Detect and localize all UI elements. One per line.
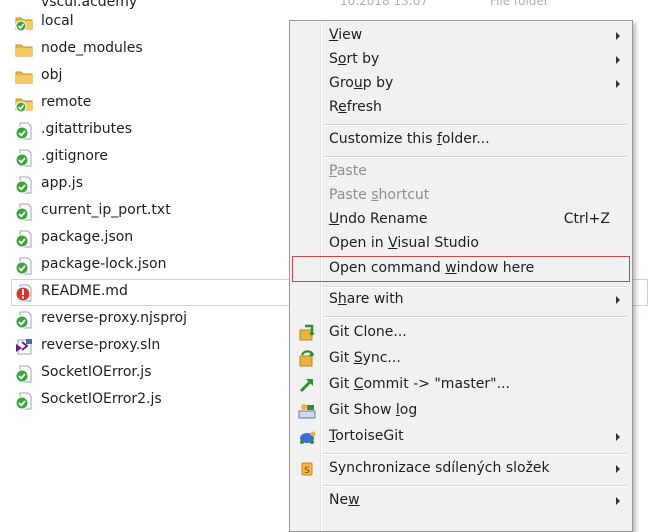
menu-item-refresh[interactable]: Refresh (292, 96, 630, 120)
menu-item-label: Customize this folder... (329, 131, 490, 147)
file-name: node_modules (41, 40, 143, 56)
file-green-check-icon (15, 176, 33, 194)
menu-separator (323, 156, 628, 158)
menu-item-label: Paste (329, 163, 367, 179)
file-name: app.js (41, 175, 83, 191)
menu-item-share-with[interactable]: Share with (292, 288, 630, 312)
file-date: 10.2018 13:07 (340, 0, 429, 8)
folder-icon (15, 68, 33, 86)
menu-item-group-by[interactable]: Group by (292, 72, 630, 96)
menu-item-undo-rename[interactable]: Undo Rename Ctrl+Z (292, 208, 630, 232)
svg-text:S: S (304, 466, 310, 476)
submenu-arrow-icon (616, 32, 620, 40)
visual-studio-solution-icon (15, 338, 33, 356)
menu-item-label: Git Show log (329, 402, 418, 418)
menu-item-open-visual-studio[interactable]: Open in Visual Studio (292, 232, 630, 256)
submenu-arrow-icon (616, 433, 620, 441)
menu-separator (323, 453, 628, 455)
file-name: .gitattributes (41, 121, 133, 137)
menu-item-tortoisegit[interactable]: TortoiseGit (292, 425, 630, 449)
menu-item-sync-shared-folders[interactable]: S Synchronizace sdílených složek (292, 457, 630, 481)
menu-item-paste-shortcut: Paste shortcut (292, 184, 630, 208)
menu-item-shortcut: Ctrl+Z (563, 211, 610, 227)
menu-item-new[interactable]: New (292, 489, 630, 513)
submenu-arrow-icon (616, 80, 620, 88)
menu-item-label: New (329, 492, 360, 508)
file-name: remote (41, 94, 92, 110)
file-name: current_ip_port.txt (41, 202, 171, 218)
menu-item-label: Sort by (329, 51, 380, 67)
menu-separator (323, 485, 628, 487)
context-menu: View Sort by Group by Refresh Customize … (289, 20, 633, 532)
file-green-check-icon (15, 311, 33, 329)
submenu-arrow-icon (616, 465, 620, 473)
file-name: package.json (41, 229, 134, 245)
menu-item-label: TortoiseGit (329, 428, 404, 444)
file-name: SocketIOError2.js (41, 391, 162, 407)
file-green-check-icon (15, 257, 33, 275)
file-green-check-icon (15, 392, 33, 410)
file-name: .gitignore (41, 148, 108, 164)
file-type: File folder (490, 0, 549, 8)
file-name: local (41, 13, 74, 29)
submenu-arrow-icon (616, 56, 620, 64)
git-sync-icon (298, 350, 316, 368)
menu-item-label: Git Clone... (329, 324, 407, 340)
file-name: reverse-proxy.sln (41, 337, 161, 353)
menu-item-git-clone[interactable]: Git Clone... (292, 321, 630, 345)
menu-item-open-command-window[interactable]: Open command window here (292, 256, 630, 282)
file-red-modified-icon (15, 284, 33, 302)
folder-green-check-icon (15, 95, 33, 113)
file-green-check-icon (15, 365, 33, 383)
file-green-check-icon (15, 149, 33, 167)
menu-item-label: Group by (329, 75, 394, 91)
menu-item-label: Undo Rename (329, 211, 428, 227)
menu-item-git-show-log[interactable]: Git Show log (292, 399, 630, 423)
file-green-check-icon (15, 230, 33, 248)
git-show-log-icon (298, 402, 316, 420)
menu-item-label: Git Sync... (329, 350, 401, 366)
menu-item-paste: Paste (292, 160, 630, 184)
sync-shared-folders-icon: S (298, 460, 316, 478)
submenu-arrow-icon (616, 497, 620, 505)
folder-icon (15, 41, 33, 59)
menu-item-customize-folder[interactable]: Customize this folder... (292, 128, 630, 152)
menu-separator (323, 124, 628, 126)
file-name: README.md (41, 283, 128, 299)
menu-item-git-sync[interactable]: Git Sync... (292, 347, 630, 371)
file-name: obj (41, 67, 63, 83)
menu-item-label: Git Commit -> "master"... (329, 376, 510, 392)
file-green-check-icon (15, 203, 33, 221)
file-name: reverse-proxy.njsproj (41, 310, 188, 326)
menu-item-label: Open in Visual Studio (329, 235, 479, 251)
menu-item-label: Refresh (329, 99, 382, 115)
menu-separator (323, 316, 628, 318)
menu-item-label: Paste shortcut (329, 187, 430, 203)
git-clone-icon (298, 324, 316, 342)
menu-item-label: Share with (329, 291, 404, 307)
folder-green-check-icon (15, 14, 33, 32)
menu-item-label: Synchronizace sdílených složek (329, 460, 550, 476)
menu-item-label: View (329, 27, 363, 43)
tortoisegit-icon (298, 428, 316, 446)
git-commit-icon (298, 376, 316, 394)
file-name: SocketIOError.js (41, 364, 152, 380)
menu-item-sort-by[interactable]: Sort by (292, 48, 630, 72)
submenu-arrow-icon (616, 296, 620, 304)
menu-item-git-commit[interactable]: Git Commit -> "master"... (292, 373, 630, 397)
file-name: package-lock.json (41, 256, 167, 272)
file-green-check-icon (15, 122, 33, 140)
menu-item-view[interactable]: View (292, 24, 630, 48)
menu-item-label: Open command window here (329, 260, 535, 276)
